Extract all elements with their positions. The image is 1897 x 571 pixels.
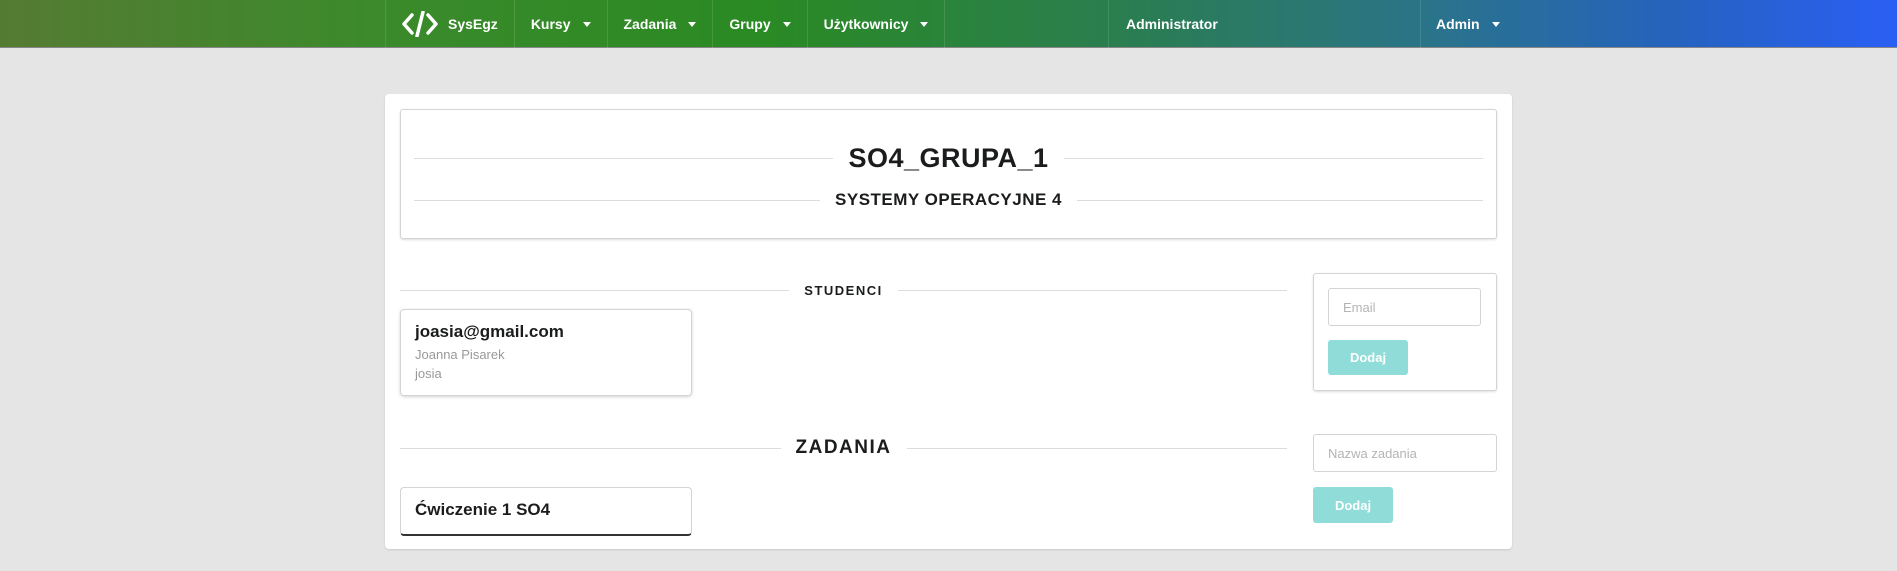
course-subtitle-divider: SYSTEMY OPERACYJNE 4 <box>414 188 1483 212</box>
nav-menu-label: Zadania <box>623 16 677 32</box>
students-heading: STUDENCI <box>804 282 883 298</box>
student-username: josia <box>415 366 442 381</box>
top-navbar: SysEgz Kursy Zadania Grupy Użytkownicy A… <box>0 0 1897 48</box>
student-card[interactable]: joasia@gmail.com Joanna Pisarek josia <box>400 309 692 396</box>
group-card: SO4_GRUPA_1 SYSTEMY OPERACYJNE 4 STUDENC… <box>385 94 1512 549</box>
user-menu[interactable]: Admin <box>1421 0 1500 48</box>
nav-menu-uzytkownicy[interactable]: Użytkownicy <box>808 0 946 48</box>
tasks-divider: ZADANIA <box>400 434 1287 462</box>
course-subtitle: SYSTEMY OPERACYJNE 4 <box>835 190 1062 209</box>
role-text: Administrator <box>1126 16 1218 32</box>
nav-menu-label: Użytkownicy <box>823 16 909 32</box>
caret-down-icon <box>782 21 791 27</box>
caret-down-icon <box>920 21 929 27</box>
group-title: SO4_GRUPA_1 <box>848 142 1049 173</box>
student-email: joasia@gmail.com <box>415 322 564 341</box>
nav-menu: SysEgz Kursy Zadania Grupy Użytkownicy <box>385 0 946 48</box>
brand-name: SysEgz <box>448 16 498 32</box>
task-card[interactable]: Ćwiczenie 1 SO4 <box>400 487 692 536</box>
student-full-name: Joanna Pisarek <box>415 347 505 362</box>
students-divider: STUDENCI <box>400 280 1287 300</box>
task-title: Ćwiczenie 1 SO4 <box>415 500 551 519</box>
brand-link[interactable]: SysEgz <box>386 0 515 48</box>
email-input[interactable] <box>1328 288 1481 326</box>
group-title-divider: SO4_GRUPA_1 <box>414 141 1483 175</box>
add-student-form: Dodaj <box>1313 273 1497 391</box>
nav-menu-label: Kursy <box>530 16 571 32</box>
task-name-input[interactable] <box>1313 434 1497 472</box>
tasks-heading: ZADANIA <box>795 437 892 458</box>
nav-menu-kursy[interactable]: Kursy <box>515 0 608 48</box>
code-icon <box>402 11 438 37</box>
add-task-button[interactable]: Dodaj <box>1313 487 1393 523</box>
role-label: Administrator <box>1108 0 1421 48</box>
add-student-button[interactable]: Dodaj <box>1328 340 1408 375</box>
group-header: SO4_GRUPA_1 SYSTEMY OPERACYJNE 4 <box>400 109 1497 239</box>
nav-menu-grupy[interactable]: Grupy <box>713 0 808 48</box>
caret-down-icon <box>688 21 697 27</box>
caret-down-icon <box>582 21 591 27</box>
nav-menu-zadania[interactable]: Zadania <box>608 0 714 48</box>
nav-menu-label: Grupy <box>729 16 771 32</box>
user-menu-label: Admin <box>1436 16 1480 32</box>
caret-down-icon <box>1491 21 1500 27</box>
